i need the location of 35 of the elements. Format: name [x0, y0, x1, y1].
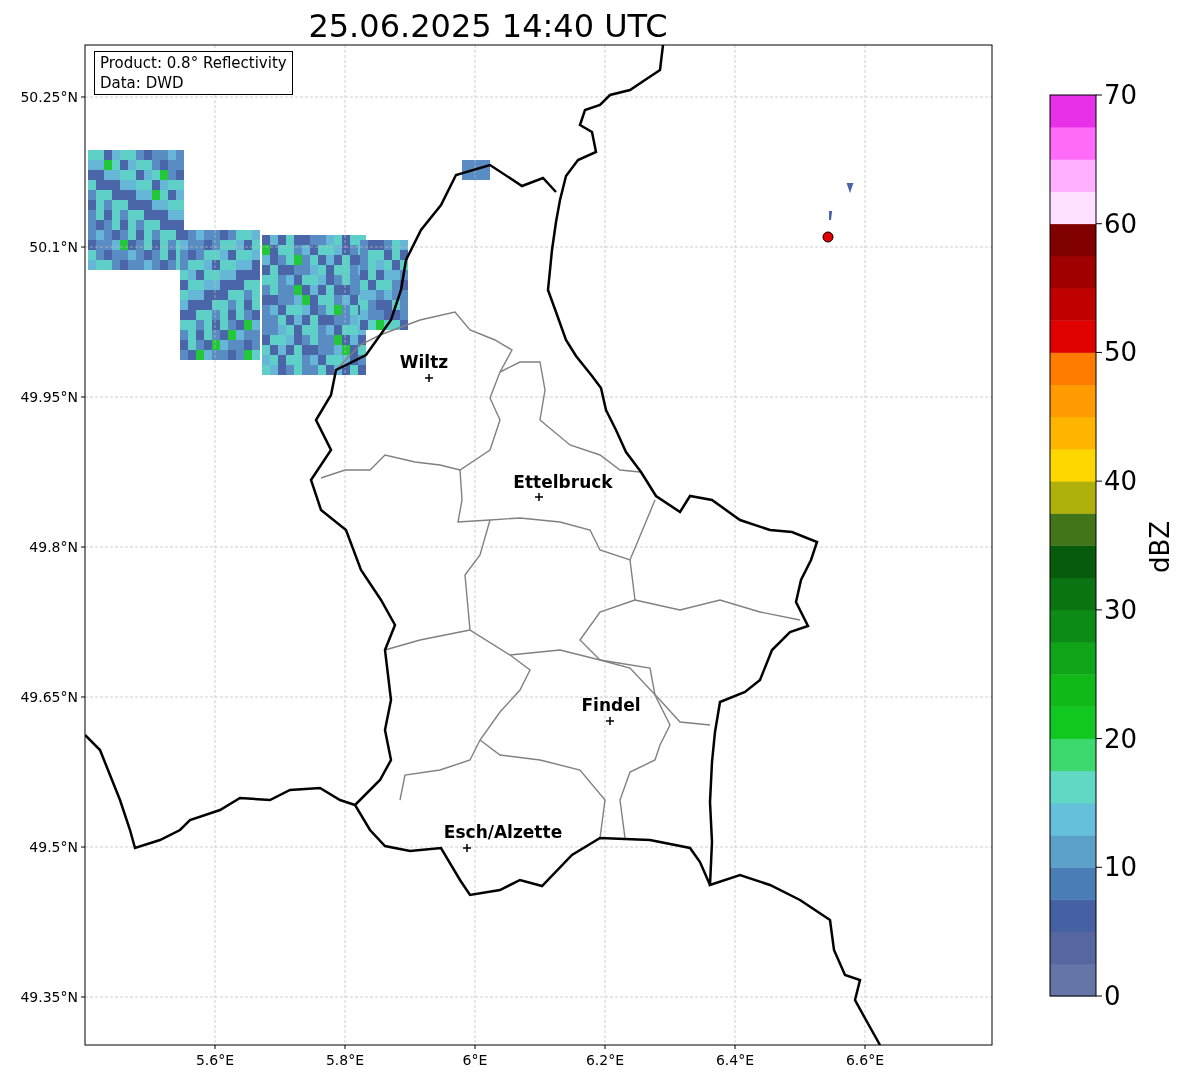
city-label: Findel — [580, 695, 642, 715]
city-marker-icon — [534, 492, 544, 502]
longitude-label: 5.6°E — [194, 1051, 236, 1069]
colorbar-axis-label: dBZ — [1145, 519, 1175, 576]
colorbar-tick-label: 70 — [1104, 80, 1138, 110]
longitude-label: 6.6°E — [844, 1051, 886, 1069]
colorbar-tick-label: 10 — [1104, 852, 1138, 883]
latitude-label: 49.5°N — [28, 838, 78, 856]
colorbar-tick-label: 50 — [1104, 337, 1138, 368]
city-marker-icon — [605, 716, 615, 726]
chart-title: 25.06.2025 14:40 UTC — [307, 6, 669, 47]
info-text: Product: 0.8° Reflectivity — [100, 53, 287, 73]
latitude-label: 49.65°N — [19, 688, 78, 706]
latitude-label: 49.8°N — [28, 538, 78, 556]
radar-echo-drawing — [829, 183, 854, 221]
radar-site-marker — [822, 231, 834, 243]
colorbar-tick-label: 30 — [1104, 594, 1138, 625]
latitude-label: 50.25°N — [19, 88, 78, 106]
colorbar-tick-label: 0 — [1104, 981, 1121, 1011]
latitude-label: 49.95°N — [19, 388, 78, 406]
longitude-label: 6°E — [461, 1051, 489, 1069]
city-marker-icon — [424, 373, 434, 383]
longitude-label: 6.4°E — [714, 1051, 756, 1069]
city-label: Esch/Alzette — [442, 822, 564, 842]
colorbar-tick-label: 40 — [1104, 466, 1138, 497]
city-label: Ettelbruck — [512, 472, 614, 492]
longitude-label: 6.2°E — [584, 1051, 626, 1069]
city-label: Wiltz — [398, 352, 450, 372]
colorbar-tick-label: 20 — [1104, 723, 1138, 754]
latitude-label: 50.1°N — [28, 238, 78, 256]
latitude-label: 49.35°N — [19, 988, 78, 1006]
city-marker-icon — [462, 843, 472, 853]
longitude-label: 5.8°E — [324, 1051, 366, 1069]
info-text: Data: DWD — [100, 73, 185, 93]
colorbar-tick-label: 60 — [1104, 208, 1138, 239]
